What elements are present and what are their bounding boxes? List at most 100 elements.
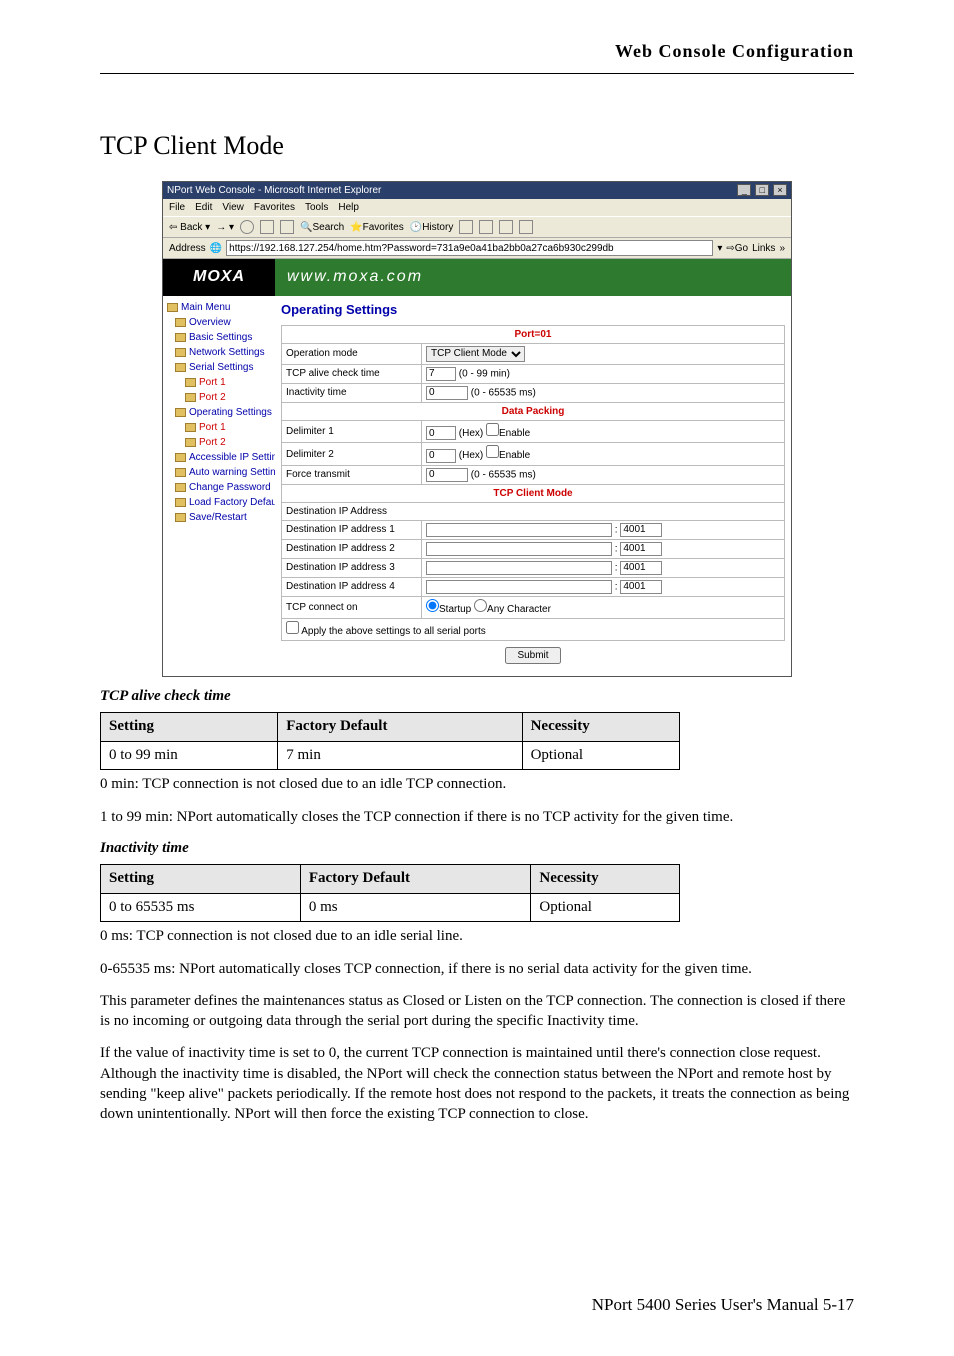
favorites-button[interactable]: ⭐Favorites <box>350 221 404 234</box>
menu-bar: File Edit View Favorites Tools Help <box>163 199 791 216</box>
dest2-port-input[interactable] <box>620 542 662 556</box>
nav-basic[interactable]: Basic Settings <box>165 330 273 345</box>
go-button[interactable]: ⇨Go <box>726 242 748 255</box>
force-label: Force transmit <box>282 465 422 484</box>
folder-icon <box>185 423 196 432</box>
row-dest2: Destination IP address 2 : <box>282 539 785 558</box>
row-op-mode: Operation mode TCP Client Mode <box>282 343 785 364</box>
brand-row: MOXA www.moxa.com <box>163 259 791 296</box>
force-hint: (0 - 65535 ms) <box>471 469 536 480</box>
tcp-alive-label: TCP alive check time <box>282 364 422 383</box>
row-inactivity: Inactivity time (0 - 65535 ms) <box>282 383 785 402</box>
nav-accessible[interactable]: Accessible IP Settings <box>165 450 273 465</box>
dest1-ip-input[interactable] <box>426 523 612 537</box>
close-icon[interactable]: × <box>773 184 787 196</box>
delim1-label: Delimiter 1 <box>282 420 422 443</box>
menu-favorites[interactable]: Favorites <box>254 201 295 214</box>
delim2-enable-checkbox[interactable] <box>486 445 499 458</box>
nav-main[interactable]: Main Menu <box>165 300 273 315</box>
discuss-icon[interactable] <box>519 220 533 234</box>
page-footer: NPort 5400 Series User's Manual 5-17 <box>100 1294 854 1316</box>
dest2-ip-input[interactable] <box>426 542 612 556</box>
nav-network[interactable]: Network Settings <box>165 345 273 360</box>
menu-file[interactable]: File <box>169 201 185 214</box>
dest3-port-input[interactable] <box>620 561 662 575</box>
force-input[interactable] <box>426 468 468 482</box>
minimize-icon[interactable]: _ <box>737 184 751 196</box>
delim1-input[interactable] <box>426 426 456 440</box>
toolbar: ⇦ Back ▾ → ▾ 🔍Search ⭐Favorites 🕑History <box>163 216 791 238</box>
nav-changepw[interactable]: Change Password <box>165 480 273 495</box>
nav-op-port2[interactable]: Port 2 <box>165 435 273 450</box>
back-button[interactable]: ⇦ Back ▾ <box>169 221 210 234</box>
stop-icon[interactable] <box>240 220 254 234</box>
delim2-input[interactable] <box>426 449 456 463</box>
apply-all-checkbox[interactable] <box>286 621 299 634</box>
dest3-ip-input[interactable] <box>426 561 612 575</box>
refresh-icon[interactable] <box>260 220 274 234</box>
address-bar: Address 🌐 ▾ ⇨Go Links » <box>163 238 791 259</box>
main-heading: TCP Client Mode <box>100 129 854 163</box>
nav-serial[interactable]: Serial Settings <box>165 360 273 375</box>
delim2-hint: (Hex) <box>459 450 483 461</box>
address-label: Address <box>169 242 206 255</box>
folder-icon <box>175 318 186 327</box>
nav-op-port1[interactable]: Port 1 <box>165 420 273 435</box>
row-force: Force transmit (0 - 65535 ms) <box>282 465 785 484</box>
window-title: NPort Web Console - Microsoft Internet E… <box>167 184 381 197</box>
th-default: Factory Default <box>300 865 531 894</box>
folder-icon <box>175 483 186 492</box>
th-setting: Setting <box>101 865 301 894</box>
config-table: Port=01 Operation mode TCP Client Mode T… <box>281 325 785 641</box>
home-icon[interactable] <box>280 220 294 234</box>
nav-serial-port1[interactable]: Port 1 <box>165 375 273 390</box>
th-setting: Setting <box>101 713 278 742</box>
tcp-alive-input[interactable] <box>426 367 456 381</box>
inactivity-input[interactable] <box>426 386 468 400</box>
startup-radio[interactable] <box>426 599 439 612</box>
table-tcp-alive: Setting Factory Default Necessity 0 to 9… <box>100 712 680 770</box>
window-buttons: _ □ × <box>736 184 787 197</box>
dest4-ip-input[interactable] <box>426 580 612 594</box>
mail-icon[interactable] <box>459 220 473 234</box>
history-button[interactable]: 🕑History <box>410 221 454 234</box>
edit-icon[interactable] <box>499 220 513 234</box>
nav-loadfactory[interactable]: Load Factory Default <box>165 495 273 510</box>
maximize-icon[interactable]: □ <box>755 184 769 196</box>
menu-edit[interactable]: Edit <box>195 201 212 214</box>
nav-operating[interactable]: Operating Settings <box>165 405 273 420</box>
folder-icon <box>175 453 186 462</box>
para-inactivity-4: If the value of inactivity time is set t… <box>100 1043 854 1124</box>
anychar-label: Any Character <box>487 604 551 615</box>
menu-view[interactable]: View <box>222 201 244 214</box>
row-dest4: Destination IP address 4 : <box>282 577 785 596</box>
td-default: 7 min <box>278 741 522 770</box>
td-setting: 0 to 99 min <box>101 741 278 770</box>
menu-help[interactable]: Help <box>338 201 359 214</box>
search-button[interactable]: 🔍Search <box>300 221 344 234</box>
print-icon[interactable] <box>479 220 493 234</box>
para-inactivity-3: This parameter defines the maintenances … <box>100 991 854 1032</box>
nav-autowarn[interactable]: Auto warning Settings <box>165 465 273 480</box>
dest2-label: Destination IP address 2 <box>282 539 422 558</box>
left-nav: Main Menu Overview Basic Settings Networ… <box>163 296 275 676</box>
address-dropdown-icon[interactable]: ▾ <box>717 242 722 255</box>
links-chevron-icon[interactable]: » <box>779 242 785 255</box>
links-label[interactable]: Links <box>752 242 775 255</box>
nav-overview[interactable]: Overview <box>165 315 273 330</box>
dest4-port-input[interactable] <box>620 580 662 594</box>
submit-button[interactable]: Submit <box>505 647 560 664</box>
address-input[interactable] <box>226 240 713 256</box>
menu-tools[interactable]: Tools <box>305 201 328 214</box>
table-inactivity: Setting Factory Default Necessity 0 to 6… <box>100 864 680 922</box>
forward-button[interactable]: → ▾ <box>216 221 234 234</box>
inactivity-label: Inactivity time <box>282 383 422 402</box>
subheading-inactivity: Inactivity time <box>100 839 854 859</box>
folder-icon <box>175 468 186 477</box>
dest1-port-input[interactable] <box>620 523 662 537</box>
op-mode-select[interactable]: TCP Client Mode <box>426 346 525 362</box>
delim1-enable-checkbox[interactable] <box>486 423 499 436</box>
nav-serial-port2[interactable]: Port 2 <box>165 390 273 405</box>
nav-saverestart[interactable]: Save/Restart <box>165 510 273 525</box>
anychar-radio[interactable] <box>474 599 487 612</box>
